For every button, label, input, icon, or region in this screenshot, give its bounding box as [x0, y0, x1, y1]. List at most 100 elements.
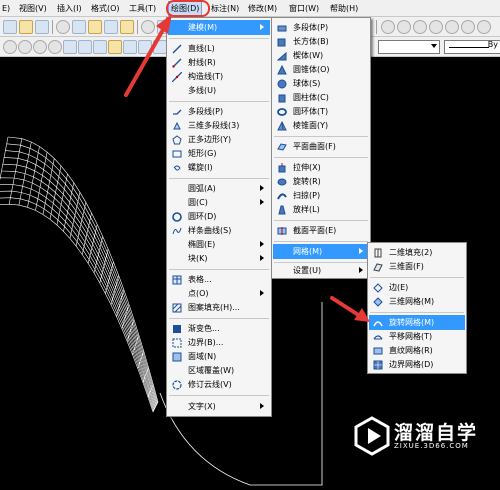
- dim-aligned-icon[interactable]: [18, 40, 32, 54]
- menu-item-helix[interactable]: 螺旋(I): [168, 160, 270, 175]
- menu-item-3dmesh[interactable]: 三维网格(M): [369, 294, 465, 309]
- sweep-icon: [277, 193, 287, 200]
- menu-item-settings[interactable]: 设置(U): [273, 263, 369, 278]
- hatch-icon: [172, 303, 182, 313]
- mesh-submenu: 二维填充(2) 三维面(F) 边(E) 三维网格(M) 旋转网格(M) 平移网格…: [367, 242, 467, 374]
- menu-item-ellipse[interactable]: 椭圆(E): [168, 237, 270, 252]
- save-icon[interactable]: [35, 20, 49, 34]
- annotation-arrow-to-draw-menu: [124, 14, 172, 97]
- menu-item-extrude[interactable]: 拉伸(X): [273, 160, 369, 175]
- linetype-combo[interactable]: [378, 40, 440, 54]
- paste-icon[interactable]: [88, 20, 102, 34]
- rectangle-icon: [172, 150, 182, 158]
- dim-jogged-icon[interactable]: [78, 40, 92, 54]
- menu-item-sphere[interactable]: 球体(S): [273, 76, 369, 91]
- menu-view[interactable]: 视图(V): [19, 2, 47, 15]
- menu-item-ray[interactable]: 射线(R): [168, 55, 270, 70]
- menu-item-cylinder[interactable]: 圆柱体(C): [273, 90, 369, 105]
- menu-item-3dface[interactable]: 三维面(F): [369, 259, 465, 274]
- menu-item-arc[interactable]: 圆弧(A): [168, 181, 270, 196]
- menu-item-polygon[interactable]: 正多边形(Y): [168, 132, 270, 147]
- menu-item-revolve[interactable]: 旋转(R): [273, 174, 369, 189]
- matchprop-icon[interactable]: [104, 20, 118, 34]
- menu-item-3dpoly[interactable]: 三维多段线(3): [168, 118, 270, 133]
- cone-icon: [277, 65, 287, 75]
- dim-diameter-icon[interactable]: [93, 40, 107, 54]
- menu-edit[interactable]: E): [2, 2, 10, 15]
- layer-freeze-icon[interactable]: [461, 20, 475, 34]
- menu-item-block[interactable]: 块(K): [168, 251, 270, 266]
- gradient-icon: [173, 325, 181, 333]
- copy-icon[interactable]: [72, 20, 86, 34]
- menu-item-box[interactable]: 长方体(B): [273, 34, 369, 49]
- menu-item-cone[interactable]: 圆锥体(O): [273, 62, 369, 77]
- menu-item-pyramid[interactable]: 棱锥面(Y): [273, 118, 369, 133]
- layer-lock-icon[interactable]: [477, 20, 491, 34]
- layer-state-icon[interactable]: [397, 20, 411, 34]
- submenu-arrow-icon: [260, 290, 264, 296]
- toolbar-separator: [376, 20, 377, 34]
- menu-item-spline[interactable]: 样条曲线(S): [168, 223, 270, 238]
- planesurf-icon: [277, 143, 287, 151]
- menu-format[interactable]: 格式(O): [91, 2, 120, 15]
- layer-icon[interactable]: [381, 20, 395, 34]
- menu-separator: [274, 136, 368, 137]
- menu-item-line[interactable]: 直线(L): [168, 41, 270, 56]
- menu-item-modeling[interactable]: 建模(M): [168, 20, 270, 35]
- bylayer-label: By: [487, 40, 498, 49]
- menu-item-gradient[interactable]: 渐变色...: [168, 321, 270, 336]
- menu-item-planesurf[interactable]: 平面曲面(F): [273, 139, 369, 154]
- sectionplane-icon: [277, 227, 287, 235]
- menu-item-mesh[interactable]: 网格(M): [273, 244, 369, 259]
- menu-item-edge[interactable]: 边(E): [369, 280, 465, 295]
- open-icon[interactable]: [19, 20, 33, 34]
- menu-item-torus[interactable]: 圆环体(T): [273, 104, 369, 119]
- menu-item-revsurf[interactable]: 旋转网格(M): [369, 315, 465, 330]
- menu-item-text[interactable]: 文字(X): [168, 399, 270, 414]
- menu-dimension[interactable]: 标注(N): [211, 2, 239, 15]
- layer-off-icon[interactable]: [445, 20, 459, 34]
- layer-iso-icon[interactable]: [429, 20, 443, 34]
- menu-item-sectionplane[interactable]: 截面平面(E): [273, 223, 369, 238]
- layer-prev-icon[interactable]: [413, 20, 427, 34]
- menu-item-polysolid[interactable]: 多段体(P): [273, 20, 369, 35]
- menu-item-sweep[interactable]: 扫掠(P): [273, 188, 369, 203]
- dim-radius-icon[interactable]: [63, 40, 77, 54]
- menu-item-loft[interactable]: 放样(L): [273, 202, 369, 217]
- menu-item-solid2d[interactable]: 二维填充(2): [369, 245, 465, 260]
- menu-item-mline[interactable]: 多线(U): [168, 83, 270, 98]
- menu-item-polyline[interactable]: 多段线(P): [168, 104, 270, 119]
- menu-item-rulesurf[interactable]: 直纹网格(R): [369, 343, 465, 358]
- table-icon: [172, 275, 182, 285]
- dim-ordinate-icon[interactable]: [48, 40, 62, 54]
- spline-icon: [172, 227, 182, 235]
- submenu-arrow-icon: [260, 241, 264, 247]
- menu-help[interactable]: 帮助(H): [330, 2, 358, 15]
- menu-item-wedge[interactable]: 楔体(W): [273, 48, 369, 63]
- menu-item-hatch[interactable]: 图案填充(H)...: [168, 300, 270, 315]
- menu-item-circle[interactable]: 圆(C): [168, 195, 270, 210]
- menu-item-xline[interactable]: 构造线(T): [168, 69, 270, 84]
- revolve-icon: [277, 178, 287, 186]
- menu-window[interactable]: 窗口(W): [289, 2, 319, 15]
- menu-item-point[interactable]: 点(O): [168, 286, 270, 301]
- menu-item-edgesurf[interactable]: 边界网格(D): [369, 357, 465, 372]
- new-icon[interactable]: [3, 20, 17, 34]
- menu-item-region[interactable]: 面域(N): [168, 349, 270, 364]
- menu-item-boundary[interactable]: 边界(B)...: [168, 335, 270, 350]
- menu-item-donut[interactable]: 圆环(D): [168, 209, 270, 224]
- menu-separator: [169, 269, 269, 270]
- menu-item-wipeout[interactable]: 区域覆盖(W): [168, 363, 270, 378]
- menu-item-tabsurf[interactable]: 平移网格(T): [369, 329, 465, 344]
- dim-arc-icon[interactable]: [33, 40, 47, 54]
- menu-item-rectangle[interactable]: 矩形(G): [168, 146, 270, 161]
- sphere-icon: [277, 79, 287, 89]
- menu-modify[interactable]: 修改(M): [248, 2, 277, 15]
- menu-insert[interactable]: 插入(I): [57, 2, 82, 15]
- menu-separator: [370, 312, 464, 313]
- menu-item-table[interactable]: 表格...: [168, 272, 270, 287]
- menu-item-revcloud[interactable]: 修订云线(V): [168, 377, 270, 392]
- revsurf-icon: [373, 321, 383, 327]
- cut-icon[interactable]: [56, 20, 70, 34]
- dim-linear-icon[interactable]: [3, 40, 17, 54]
